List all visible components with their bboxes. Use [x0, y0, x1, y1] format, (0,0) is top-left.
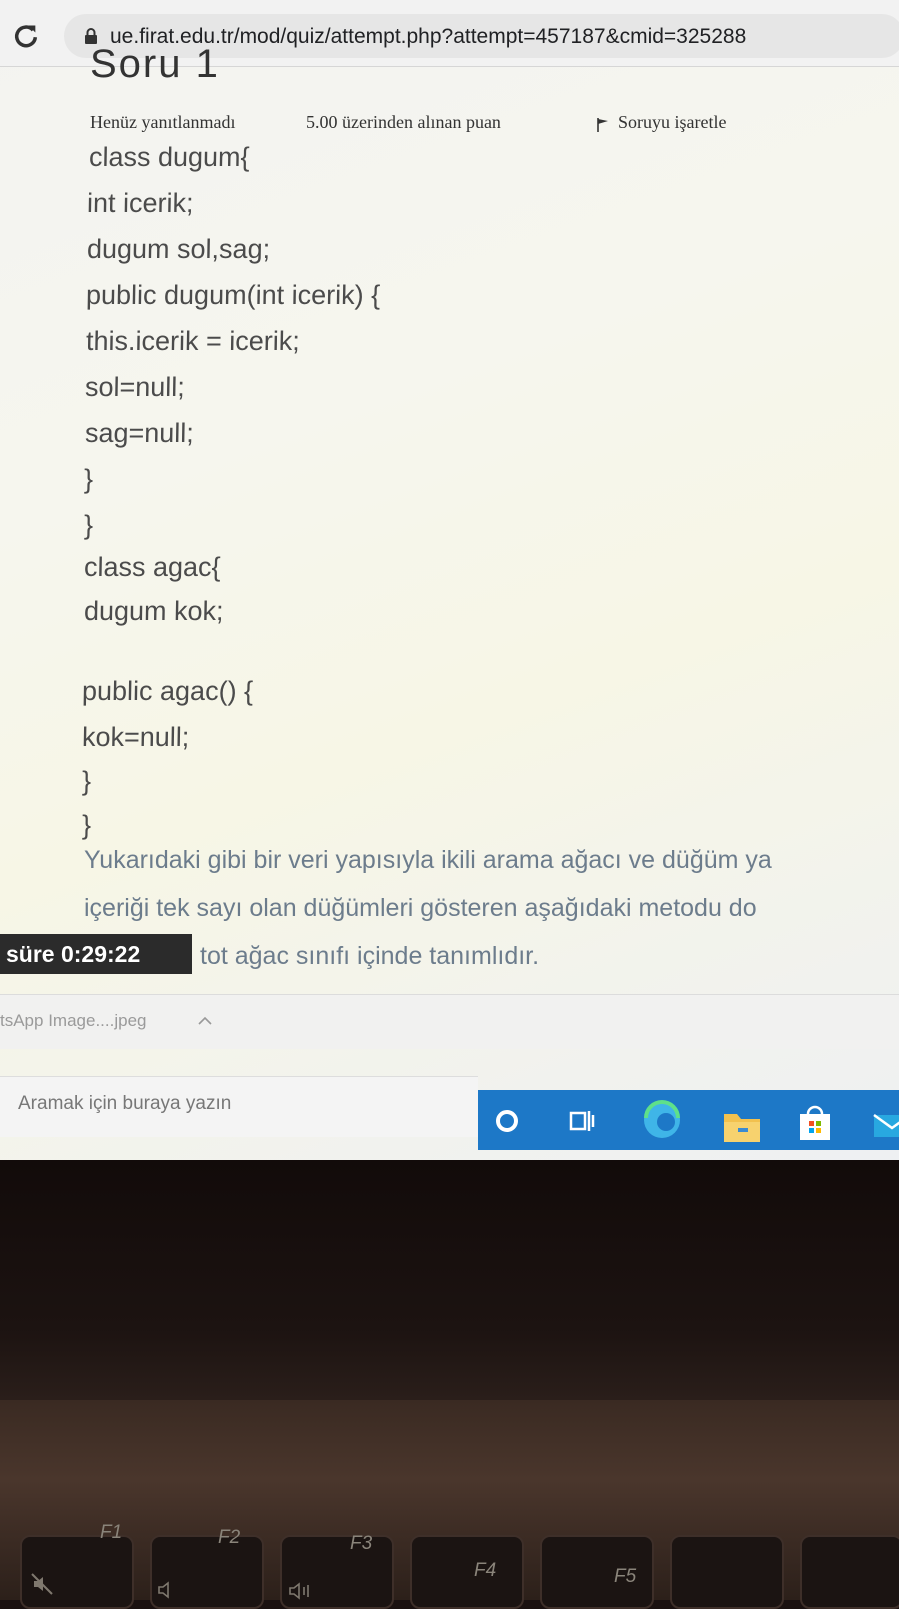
key-f6[interactable] [670, 1535, 784, 1609]
timer-label: süre [6, 941, 61, 967]
key-f4[interactable] [410, 1535, 524, 1609]
flag-icon[interactable] [596, 117, 610, 133]
code-line: class dugum{ [88, 142, 250, 172]
quiz-timer: süre 0:29:22 [0, 934, 192, 974]
code-line: this.icerik = icerik; [85, 326, 301, 356]
key-f7[interactable] [800, 1535, 899, 1609]
task-view-icon[interactable] [568, 1106, 598, 1136]
code-line: dugum kok; [83, 596, 224, 626]
code-line: sol=null; [84, 372, 186, 402]
code-line: } [83, 464, 94, 494]
key-f4-label: F4 [474, 1560, 497, 1581]
code-line: int icerik; [86, 188, 194, 218]
code-line: class agac{ [83, 552, 221, 582]
code-line: public dugum(int icerik) { [85, 280, 381, 310]
key-f2-label: F2 [218, 1527, 241, 1548]
description-line-1: Yukarıdaki gibi bir veri yapısıyla ikili… [84, 846, 772, 874]
key-f1-label: F1 [100, 1522, 123, 1543]
code-line: } [81, 766, 92, 796]
key-f5-label: F5 [614, 1566, 637, 1587]
code-line: } [83, 510, 94, 540]
code-line: kok=null; [81, 722, 190, 752]
description-line-2: içeriği tek sayı olan düğümleri gösteren… [84, 894, 757, 922]
question-status: Henüz yanıtlanmadı [90, 112, 236, 132]
store-icon[interactable] [795, 1104, 835, 1144]
chevron-up-icon[interactable] [198, 1015, 212, 1025]
taskbar-search-placeholder[interactable]: Aramak için buraya yazın [18, 1093, 231, 1115]
description-line-3: tot ağac sınıfı içinde tanımlıdır. [200, 942, 540, 970]
volume-down-icon [158, 1581, 169, 1599]
edge-icon[interactable] [640, 1098, 684, 1142]
question-points: 5.00 üzerinden alınan puan [306, 112, 501, 132]
cortana-icon[interactable] [492, 1106, 522, 1136]
key-f3-label: F3 [350, 1533, 373, 1554]
screen: ue.firat.edu.tr/mod/quiz/attempt.php?att… [0, 0, 899, 1160]
taskbar [478, 1090, 899, 1150]
question-title: Soru 1 [90, 42, 220, 86]
file-explorer-icon[interactable] [722, 1110, 762, 1144]
timer-value: 0:29:22 [60, 941, 141, 967]
download-filename[interactable]: tsApp Image....jpeg [0, 1011, 146, 1031]
mute-icon [31, 1573, 53, 1595]
mail-icon[interactable] [872, 1110, 899, 1140]
download-bar: tsApp Image....jpeg [0, 994, 899, 1049]
code-line: sag=null; [84, 418, 195, 448]
flag-question-link[interactable]: Soruyu işaretle [618, 112, 726, 133]
laptop-bezel [0, 1160, 899, 1400]
code-line: dugum sol,sag; [86, 234, 271, 264]
code-line: public agac() { [81, 676, 254, 706]
key-f5[interactable] [540, 1535, 654, 1609]
code-line: } [81, 810, 92, 840]
reload-icon[interactable] [12, 22, 40, 50]
volume-up-icon [289, 1582, 309, 1600]
